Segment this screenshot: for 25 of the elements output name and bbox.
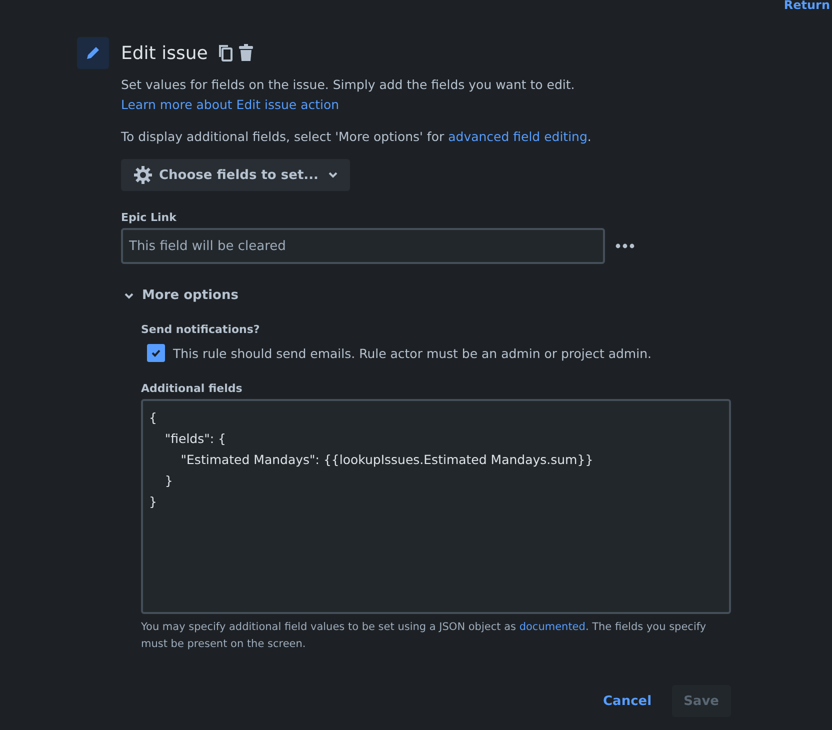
epic-link-field[interactable]: This field will be cleared <box>121 228 605 264</box>
chevron-down-icon[interactable] <box>124 292 134 300</box>
more-icon[interactable] <box>615 243 635 249</box>
more-options-toggle[interactable]: More options <box>142 288 238 303</box>
advanced-editing-link[interactable]: advanced field editing <box>448 129 588 144</box>
notifications-label: Send notifications? <box>141 323 261 336</box>
choose-fields-button[interactable]: Choose fields to set... <box>121 159 350 191</box>
gear-icon <box>133 165 153 185</box>
return-link[interactable]: Return <box>784 0 830 10</box>
field-label: Epic Link <box>121 211 178 224</box>
checkbox[interactable] <box>147 344 165 362</box>
copy-icon[interactable] <box>218 44 234 62</box>
json-editor[interactable]: { "fields": { "Estimated Mandays": {{lookupIssues.Estimated Mandays.sum}} } } <box>141 399 731 614</box>
chevron-down-icon <box>328 171 338 179</box>
checkbox-label: This rule should send emails. Rule actor must be an admin or project admin. <box>173 346 652 360</box>
additional-fields-label: Additional fields <box>141 382 244 395</box>
documented-link[interactable]: documented <box>519 621 586 633</box>
hint-text: To display additional fields, select 'More options' for advanced field editing. <box>121 128 592 146</box>
cancel-button[interactable]: Cancel <box>591 685 664 717</box>
help-text: You may specify additional field values to be set using a JSON object as documented. The fields you specify must be present on the screen. <box>141 620 708 652</box>
trash-icon[interactable] <box>238 44 254 62</box>
pencil-icon <box>77 37 109 69</box>
action-title: Edit issue <box>121 42 208 64</box>
description-text: Set values for fields on the issue. Simply add the fields you want to edit. Learn more about Edit issue action <box>121 76 576 114</box>
learn-more-link[interactable]: Learn more about Edit issue action <box>121 97 340 112</box>
